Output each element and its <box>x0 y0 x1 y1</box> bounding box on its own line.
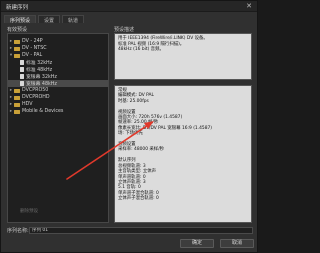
tree-item-label: DV - NTSC <box>22 46 47 51</box>
tree-item-widescreen-32khz[interactable]: 宽银幕 32kHz <box>8 73 108 80</box>
tab-bar: 序列预设 设置 轨道 <box>4 15 85 24</box>
tree-item-dvcprohd[interactable]: ▸ DVCPROHD <box>8 94 108 101</box>
folder-icon <box>14 109 20 114</box>
preset-tree[interactable]: ▸ DV - 24P ▸ DV - NTSC ▾ DV - PAL 标准 32kHz … <box>7 33 109 223</box>
tree-item-label: HDV <box>22 102 33 107</box>
tree-item-label: DVCPRO50 <box>22 88 49 93</box>
window-title: 新建序列 <box>6 5 29 11</box>
tree-item-hdv[interactable]: ▸ HDV <box>8 101 108 108</box>
description-line: 48kHz (16 bit) 音频。 <box>118 47 164 52</box>
tree-item-dv-pal[interactable]: ▾ DV - PAL <box>8 52 108 59</box>
preset-file-icon <box>20 74 24 79</box>
tree-item-label: DV - PAL <box>22 53 43 58</box>
folder-icon <box>14 53 20 58</box>
sequence-name-row: 序列名称: <box>7 226 253 234</box>
close-icon[interactable]: ✕ <box>246 2 252 10</box>
folder-icon <box>14 39 20 44</box>
preset-description-label: 预设描述 <box>114 27 135 33</box>
tree-item-label: DVCPROHD <box>22 95 50 100</box>
tab-settings[interactable]: 设置 <box>38 15 61 24</box>
tree-item-label: 宽银幕 32kHz <box>26 75 57 80</box>
tree-item-label: 标准 32kHz <box>26 61 53 66</box>
delete-preset-button[interactable]: 删除预设 <box>20 208 38 214</box>
tree-item-widescreen-48khz[interactable]: 宽银幕 48kHz <box>8 80 108 87</box>
sequence-name-input[interactable] <box>29 226 253 234</box>
tab-sequence-presets[interactable]: 序列预设 <box>4 15 37 24</box>
tree-item-label: DV - 24P <box>22 39 43 44</box>
tree-item-dv-ntsc[interactable]: ▸ DV - NTSC <box>8 45 108 52</box>
tree-item-dvcpro50[interactable]: ▸ DVCPRO50 <box>8 87 108 94</box>
sequence-name-label: 序列名称: <box>7 227 29 234</box>
folder-icon <box>14 88 20 93</box>
details-line: 立体声子混合轨道: 0 <box>118 196 159 202</box>
tree-item-label: Mobile & Devices <box>22 109 64 114</box>
cancel-button[interactable]: 取消 <box>220 239 254 248</box>
preset-file-icon <box>20 81 24 86</box>
tree-item-label: 宽银幕 48kHz <box>26 82 57 87</box>
preset-description-box: 用于 IEEE1394 (FireWire/i.LINK) DV 设备。 标准 … <box>114 33 252 80</box>
preset-file-icon <box>20 60 24 65</box>
title-bar: 新建序列 ✕ <box>1 1 257 12</box>
tree-item-dv-24p[interactable]: ▸ DV - 24P <box>8 38 108 45</box>
new-sequence-dialog: 新建序列 ✕ 序列预设 设置 轨道 有效预设 预设描述 ▸ DV - 24P ▸ D… <box>0 0 258 253</box>
folder-icon <box>14 95 20 100</box>
preset-file-icon <box>20 67 24 72</box>
tree-item-label: 标准 48kHz <box>26 68 53 73</box>
tree-item-mobile-devices[interactable]: ▸ Mobile & Devices <box>8 108 108 115</box>
ok-button[interactable]: 确定 <box>180 239 214 248</box>
tree-item-standard-32khz[interactable]: 标准 32kHz <box>8 59 108 66</box>
tree-item-standard-48khz[interactable]: 标准 48kHz <box>8 66 108 73</box>
available-presets-label: 有效预设 <box>7 27 28 33</box>
folder-icon <box>14 46 20 51</box>
preset-details-box: 常规 编辑模式: DV PAL 时基: 25.00fps 视频设置 画面大小: … <box>114 85 252 223</box>
tab-tracks[interactable]: 轨道 <box>62 15 85 24</box>
folder-icon <box>14 102 20 107</box>
